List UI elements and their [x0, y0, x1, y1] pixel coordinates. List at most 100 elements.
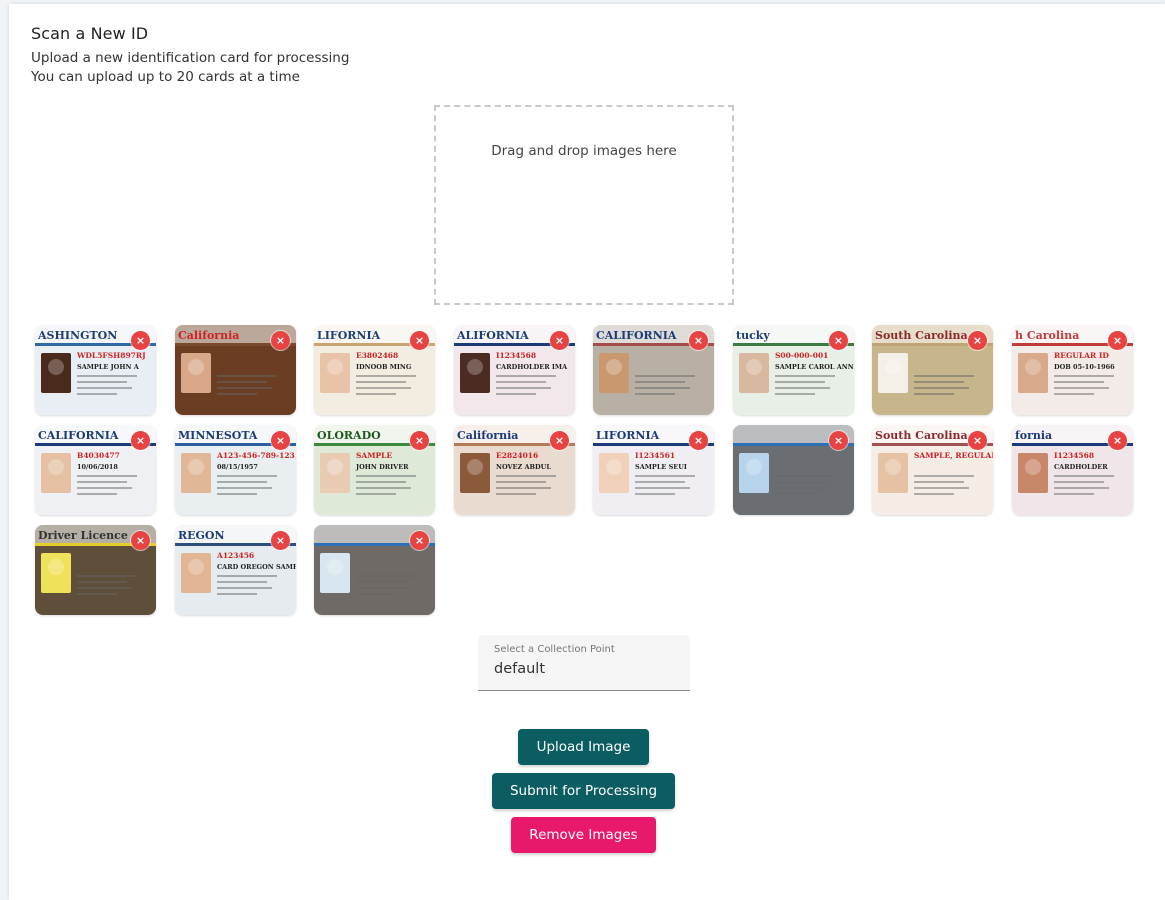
card-holder-name: 08/15/1957: [217, 463, 258, 471]
text-line: [217, 475, 277, 477]
card-state-name: h Carolina: [1015, 329, 1079, 342]
remove-image-icon[interactable]: ×: [131, 431, 150, 450]
card-holder-name: JOHN DRIVER: [355, 463, 409, 471]
text-line: [356, 381, 406, 383]
remove-image-icon[interactable]: ×: [271, 431, 290, 450]
remove-image-icon[interactable]: ×: [271, 531, 290, 550]
id-thumbnail-minnesota-license: MINNESOTA A123-456-789-123 08/15/1957 ×: [175, 425, 296, 515]
remove-image-icon[interactable]: ×: [271, 331, 290, 350]
text-line: [356, 493, 396, 495]
remove-image-icon[interactable]: ×: [689, 331, 708, 350]
remove-image-icon[interactable]: ×: [410, 331, 429, 350]
text-line: [77, 481, 127, 483]
text-line: [217, 587, 272, 589]
card-state-name: CALIFORNIA: [596, 329, 677, 342]
text-line: [496, 381, 546, 383]
card-number: SAMPLE, REGULAR LICENSE: [914, 451, 993, 460]
remove-image-icon[interactable]: ×: [1108, 431, 1127, 450]
id-thumbnail-california-license-4: CALIFORNIA ×: [593, 325, 714, 415]
portrait-head: [188, 359, 204, 375]
id-thumbnail-california-license-5: CALIFORNIA B4030477 10/06/2018 ×: [35, 425, 156, 515]
portrait-head: [885, 459, 901, 475]
card-holder-name: CARD OREGON SAMPLE, SR: [217, 563, 296, 571]
scan-id-panel: Scan a New ID Upload a new identificatio…: [9, 4, 1165, 900]
text-line: [635, 387, 690, 389]
remove-image-icon[interactable]: ×: [131, 531, 150, 550]
remove-image-icon[interactable]: ×: [689, 431, 708, 450]
portrait-head: [1025, 459, 1041, 475]
text-line: [635, 475, 695, 477]
remove-images-button[interactable]: Remove Images: [511, 817, 656, 853]
remove-image-icon[interactable]: ×: [550, 331, 569, 350]
text-line: [496, 481, 546, 483]
card-number: I1234568: [1054, 451, 1094, 460]
id-thumbnail-washington-license: ASHINGTON WDL5FSH897RJ SAMPLE JOHN A ×: [35, 325, 156, 415]
remove-image-icon[interactable]: ×: [550, 431, 569, 450]
portrait-head: [606, 459, 622, 475]
card-holder-name: CARDHOLDER: [1054, 463, 1108, 471]
text-line: [775, 481, 825, 483]
portrait-head: [467, 459, 483, 475]
text-line: [775, 375, 835, 377]
text-line: [356, 393, 396, 395]
text-line: [635, 487, 690, 489]
card-holder-name: SAMPLE SEUI: [635, 463, 687, 471]
card-state-name: REGON: [178, 529, 225, 542]
card-number: A123-456-789-123: [216, 451, 295, 460]
portrait-head: [606, 359, 622, 375]
text-line: [775, 493, 815, 495]
id-thumbnail-california-license-8: fornia I1234568 CARDHOLDER ×: [1012, 425, 1133, 515]
text-line: [914, 481, 964, 483]
remove-image-icon[interactable]: ×: [968, 431, 987, 450]
text-line: [496, 387, 551, 389]
text-line: [635, 481, 685, 483]
card-number: B4030477: [77, 451, 120, 460]
portrait-head: [327, 459, 343, 475]
id-thumbnail-id-card-held-2: ×: [314, 525, 435, 615]
page-title: Scan a New ID: [31, 24, 149, 43]
remove-image-icon[interactable]: ×: [131, 331, 150, 350]
text-line: [356, 481, 406, 483]
remove-image-icon[interactable]: ×: [1108, 331, 1127, 350]
card-state-name: South Carolina: [875, 329, 968, 342]
portrait-head: [1025, 359, 1041, 375]
text-line: [635, 381, 685, 383]
collection-point-label: Select a Collection Point: [494, 644, 615, 655]
image-dropzone[interactable]: Drag and drop images here: [434, 105, 734, 305]
text-line: [1054, 375, 1114, 377]
remove-image-icon[interactable]: ×: [829, 331, 848, 350]
text-line: [356, 475, 416, 477]
upload-image-button[interactable]: Upload Image: [518, 729, 649, 765]
text-line: [775, 381, 825, 383]
text-line: [217, 581, 267, 583]
text-line: [77, 393, 117, 395]
remove-image-icon[interactable]: ×: [410, 431, 429, 450]
card-holder-name: DOB 05-10-1966: [1054, 363, 1115, 371]
text-line: [77, 487, 132, 489]
text-line: [356, 575, 416, 577]
text-line: [496, 493, 536, 495]
collection-point-select[interactable]: Select a Collection Point default: [478, 635, 690, 691]
remove-image-icon[interactable]: ×: [829, 431, 848, 450]
text-line: [77, 587, 132, 589]
text-line: [77, 475, 137, 477]
id-thumbnail-california-license-photo: California ×: [175, 325, 296, 415]
text-line: [1054, 393, 1094, 395]
collection-point-value: default: [494, 661, 546, 677]
text-line: [356, 581, 406, 583]
id-thumbnail-kentucky-license: tucky S00-000-001 SAMPLE CAROL ANN ×: [733, 325, 854, 415]
text-line: [1054, 475, 1114, 477]
remove-image-icon[interactable]: ×: [968, 331, 987, 350]
text-line: [217, 575, 277, 577]
card-state-name: ASHINGTON: [37, 329, 117, 342]
text-line: [914, 487, 969, 489]
text-line: [914, 375, 974, 377]
text-line: [1054, 493, 1094, 495]
submit-for-processing-button[interactable]: Submit for Processing: [492, 773, 675, 809]
card-holder-name: IDNOOB MING: [356, 363, 412, 371]
portrait-head: [327, 359, 343, 375]
text-line: [356, 487, 411, 489]
id-thumbnail-oregon-license: REGON A123456 CARD OREGON SAMPLE, SR ×: [175, 525, 296, 615]
portrait-head: [48, 459, 64, 475]
remove-image-icon[interactable]: ×: [410, 531, 429, 550]
